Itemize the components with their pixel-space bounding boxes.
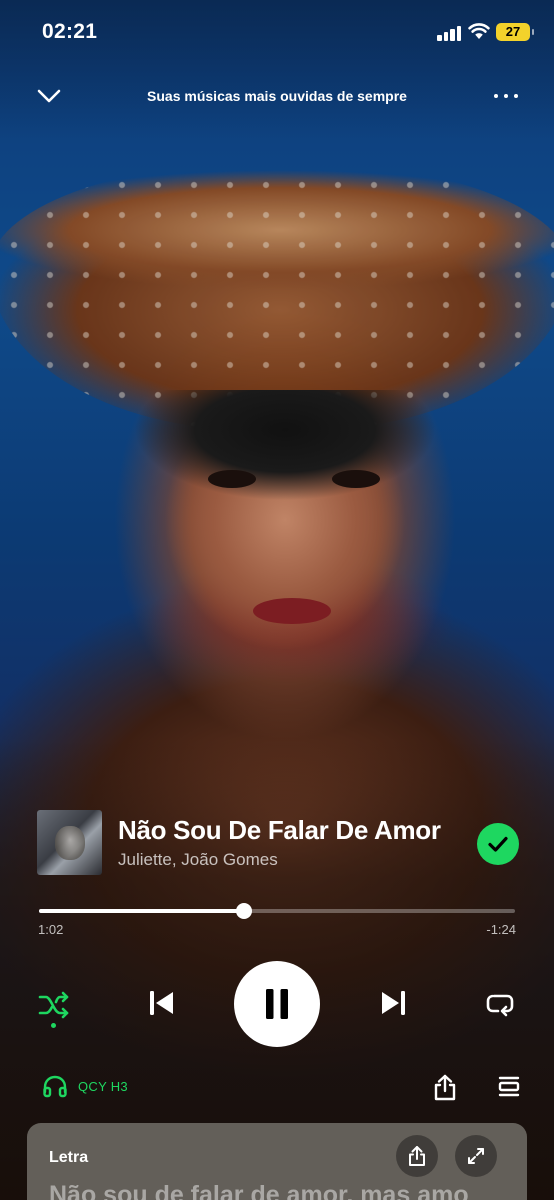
headphones-icon: [43, 1075, 67, 1098]
repeat-button[interactable]: [482, 986, 518, 1022]
skip-previous-icon: [150, 991, 173, 1015]
skip-next-icon: [382, 991, 405, 1015]
share-icon[interactable]: [432, 1073, 458, 1101]
wifi-icon: [468, 23, 490, 39]
repeat-icon: [486, 994, 514, 1017]
time-remaining: -1:24: [486, 922, 516, 937]
progress-knob[interactable]: [235, 903, 252, 919]
chevron-down-icon[interactable]: [36, 86, 62, 106]
shuffle-button[interactable]: [36, 987, 72, 1023]
next-button[interactable]: [376, 985, 412, 1021]
shuffle-icon: [38, 991, 69, 1019]
album-cover-thumbnail[interactable]: [37, 810, 102, 875]
status-time: 02:21: [42, 20, 98, 43]
lyrics-card[interactable]: Letra Não sou de falar de amor, mas amo: [27, 1123, 527, 1200]
share-icon: [409, 1146, 425, 1166]
pause-icon: [266, 989, 288, 1019]
lyrics-expand-button[interactable]: [455, 1135, 497, 1177]
status-bar: 02:21 27: [0, 0, 554, 64]
expand-icon: [468, 1148, 484, 1164]
playlist-context-title: Suas músicas mais ouvidas de sempre: [147, 88, 407, 104]
device-name: QCY H3: [78, 1078, 128, 1094]
pause-button[interactable]: [234, 961, 320, 1047]
queue-icon[interactable]: [496, 1075, 522, 1099]
track-title[interactable]: Não Sou De Falar De Amor: [118, 815, 441, 846]
battery-indicator: 27: [496, 23, 534, 41]
previous-button[interactable]: [143, 985, 179, 1021]
lyrics-label: Letra: [49, 1149, 89, 1166]
progress-bar[interactable]: [39, 903, 515, 919]
artwork-eye-right: [332, 470, 380, 488]
track-artists[interactable]: Juliette, João Gomes: [118, 850, 278, 870]
liked-button[interactable]: [477, 823, 519, 865]
progress-fill: [39, 909, 244, 913]
artwork-lips: [253, 598, 331, 624]
time-elapsed: 1:02: [38, 922, 64, 937]
connected-device[interactable]: QCY H3: [42, 1074, 128, 1098]
cellular-signal-icon: [437, 25, 463, 41]
artwork-hair: [130, 390, 440, 510]
more-icon[interactable]: [492, 88, 520, 104]
shuffle-active-dot: [51, 1023, 56, 1028]
lyrics-first-line: Não sou de falar de amor, mas amo: [49, 1181, 469, 1200]
check-icon: [488, 836, 508, 852]
lyrics-share-button[interactable]: [396, 1135, 438, 1177]
artwork-eye-left: [208, 470, 256, 488]
